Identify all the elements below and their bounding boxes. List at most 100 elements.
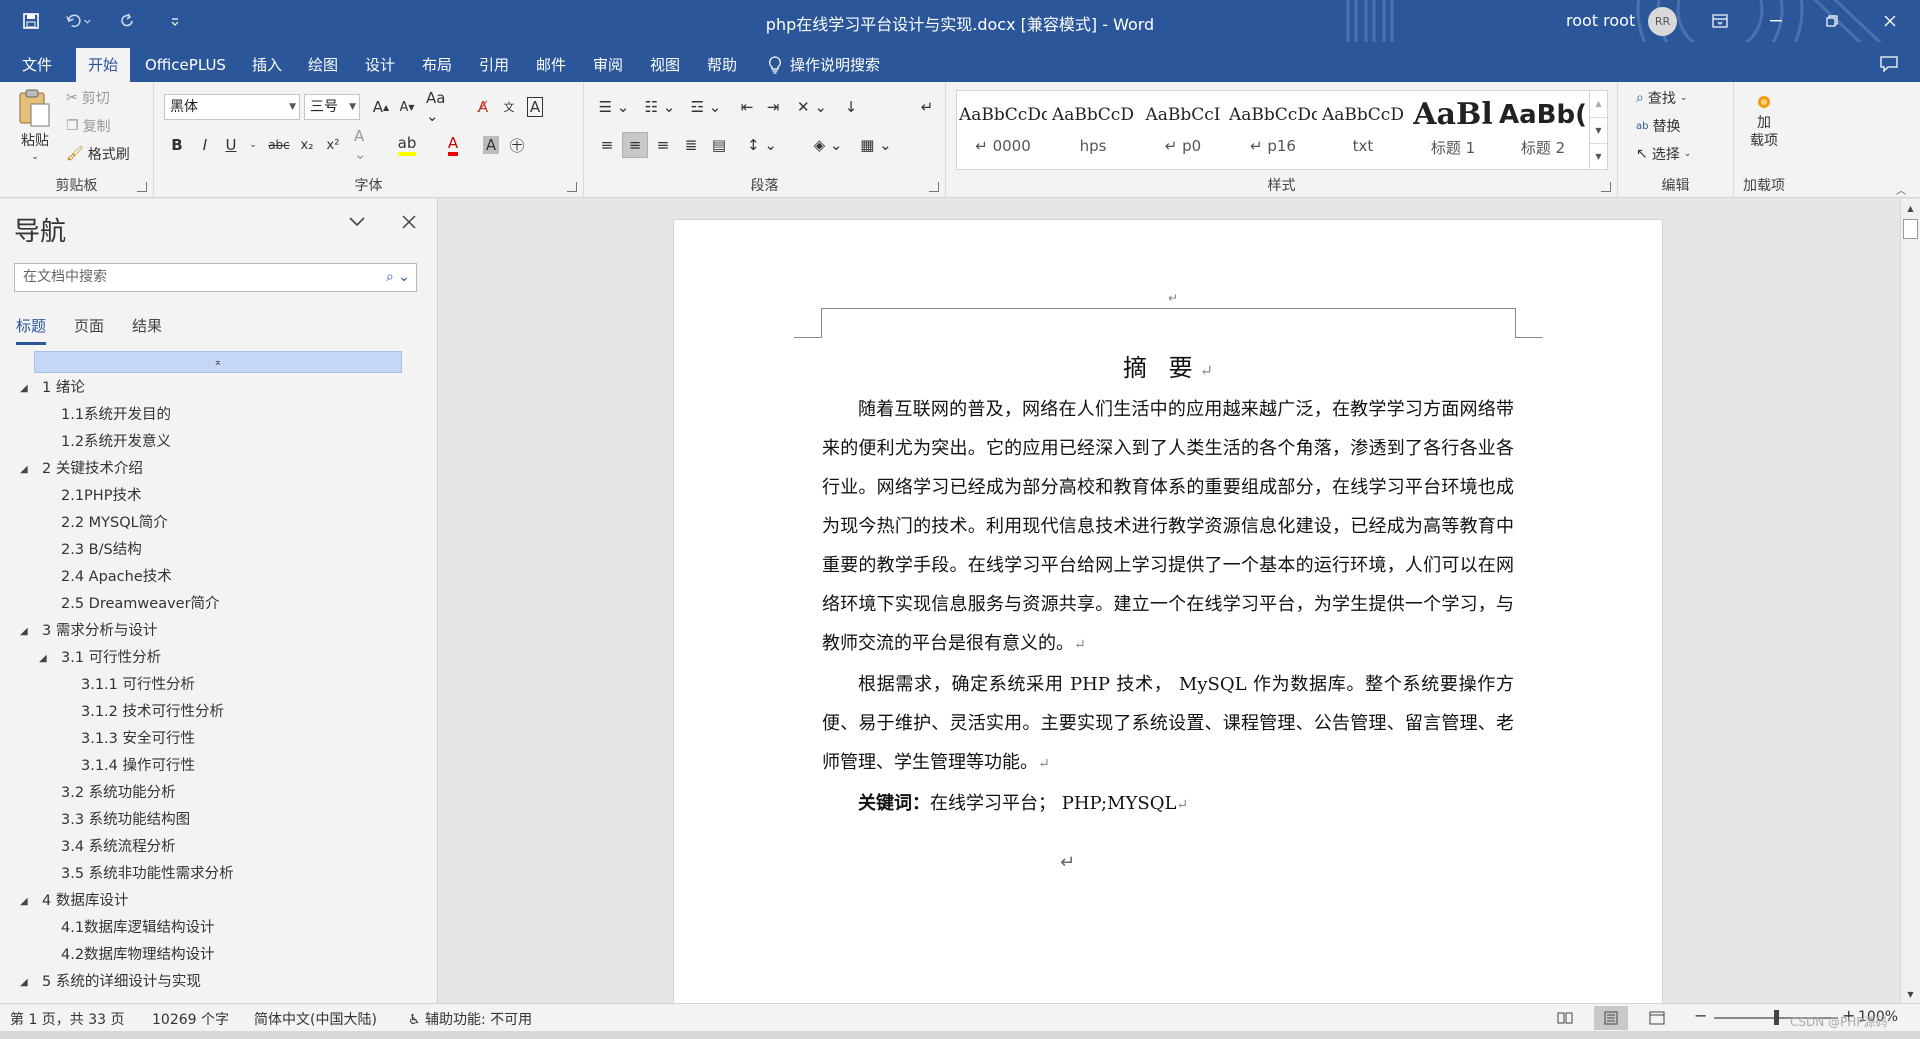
increase-indent-icon[interactable]: ⇥: [760, 94, 786, 120]
tab-references[interactable]: 引用: [467, 48, 521, 82]
collapse-triangle-icon[interactable]: ◢: [20, 375, 28, 402]
paste-button[interactable]: 粘贴 ⌄: [12, 88, 58, 162]
tab-insert[interactable]: 插入: [240, 48, 294, 82]
tab-mailings[interactable]: 邮件: [524, 48, 578, 82]
nav-heading-item[interactable]: 2.1PHP技术: [0, 483, 438, 510]
search-icon[interactable]: ⌕ ⌄: [386, 264, 410, 291]
avatar[interactable]: RR: [1648, 7, 1677, 36]
borders-icon[interactable]: ▦ ⌄: [856, 132, 896, 158]
tab-file[interactable]: 文件: [10, 48, 64, 82]
numbering-icon[interactable]: ☷ ⌄: [640, 94, 680, 120]
nav-heading-item[interactable]: 3.1.3 安全可行性: [0, 726, 438, 753]
enclose-characters-icon[interactable]: ㊉: [504, 132, 530, 158]
style-item-heading1[interactable]: AaBl 标题 1: [1409, 93, 1497, 167]
font-size-combo[interactable]: 三号 ▼: [304, 94, 360, 120]
italic-icon[interactable]: I: [192, 132, 218, 158]
character-shading-icon[interactable]: A: [478, 132, 504, 158]
chevron-down-icon[interactable]: [348, 215, 366, 227]
change-case-icon[interactable]: Aa ⌄: [426, 89, 462, 125]
style-item-txt[interactable]: AaBbCcD txt: [1319, 93, 1407, 167]
tab-layout[interactable]: 布局: [410, 48, 464, 82]
accessibility-status[interactable]: ♿ 辅助功能: 不可用: [408, 1009, 532, 1029]
nav-heading-item[interactable]: 2.5 Dreamweaver简介: [0, 591, 438, 618]
nav-heading-item[interactable]: 3.3 系统功能结构图: [0, 807, 438, 834]
styles-scroll[interactable]: ▲ ▼ ▼: [1589, 91, 1607, 169]
font-color-icon[interactable]: A: [440, 132, 466, 158]
style-item-p0[interactable]: AaBbCcI ↵ p0: [1139, 93, 1227, 167]
multilevel-list-icon[interactable]: ☲ ⌄: [686, 94, 726, 120]
undo-icon[interactable]: [66, 8, 92, 34]
nav-heading-item[interactable]: 2.3 B/S结构: [0, 537, 438, 564]
chinese-layout-icon[interactable]: ✕ ⌄: [792, 94, 832, 120]
nav-search-input[interactable]: 在文档中搜索 ⌕ ⌄: [14, 263, 417, 292]
tab-draw[interactable]: 绘图: [296, 48, 350, 82]
zoom-slider-handle[interactable]: [1774, 1010, 1779, 1025]
customize-qat-icon[interactable]: [162, 8, 188, 34]
copy-button[interactable]: ❐ 复制: [66, 116, 111, 136]
nav-heading-item[interactable]: 3.2 系统功能分析: [0, 780, 438, 807]
nav-heading-item[interactable]: 2.4 Apache技术: [0, 564, 438, 591]
collapse-triangle-icon[interactable]: ◢: [39, 645, 47, 672]
styles-launcher-icon[interactable]: [1601, 182, 1611, 192]
shrink-font-icon[interactable]: A ▼: [394, 94, 420, 120]
grow-font-icon[interactable]: A ▲: [368, 94, 394, 120]
clipboard-launcher-icon[interactable]: [137, 182, 147, 192]
shading-icon[interactable]: ◈ ⌄: [808, 132, 848, 158]
style-item-p16[interactable]: AaBbCcDd ↵ p16: [1229, 93, 1317, 167]
superscript-icon[interactable]: x²: [320, 132, 346, 158]
tab-headings[interactable]: 标题: [16, 315, 47, 345]
collapse-triangle-icon[interactable]: ◢: [20, 888, 28, 915]
nav-heading-item[interactable]: ◢ 2 关键技术介绍: [0, 456, 438, 483]
align-right-icon[interactable]: ≡: [650, 132, 676, 158]
nav-heading-item[interactable]: 3.1.4 操作可行性: [0, 753, 438, 780]
ribbon-display-options-icon[interactable]: [1692, 0, 1748, 42]
tell-me-search[interactable]: 操作说明搜索: [768, 48, 880, 82]
save-icon[interactable]: [18, 8, 44, 34]
nav-heading-item[interactable]: ◢ 4 数据库设计: [0, 888, 438, 915]
collapse-triangle-icon[interactable]: ◢: [20, 456, 28, 483]
share-comment-icon[interactable]: [1880, 56, 1898, 72]
character-border-icon[interactable]: A: [522, 94, 548, 120]
line-spacing-icon[interactable]: ↕ ⌄: [742, 132, 782, 158]
language-status[interactable]: 简体中文(中国大陆): [254, 1009, 377, 1029]
tab-review[interactable]: 审阅: [581, 48, 635, 82]
distribute-icon[interactable]: ▤: [706, 132, 732, 158]
web-layout-icon[interactable]: [1640, 1006, 1674, 1030]
tab-results[interactable]: 结果: [132, 315, 162, 345]
nav-selected-heading[interactable]: ⌅: [34, 351, 402, 373]
text-effects-icon[interactable]: A ⌄: [354, 127, 380, 163]
phonetic-guide-icon[interactable]: 文: [496, 94, 522, 120]
nav-heading-item[interactable]: 3.1.2 技术可行性分析: [0, 699, 438, 726]
print-layout-icon[interactable]: [1594, 1006, 1628, 1030]
more-styles-icon[interactable]: ▼: [1590, 143, 1607, 169]
tab-officeplus[interactable]: OfficePLUS: [133, 48, 238, 82]
scroll-down-icon[interactable]: ▼: [1901, 985, 1920, 1003]
tab-design[interactable]: 设计: [353, 48, 407, 82]
minimize-button[interactable]: [1748, 0, 1804, 42]
nav-heading-item[interactable]: 3.5 系统非功能性需求分析: [0, 861, 438, 888]
style-item-heading2[interactable]: AaBb(标题 2: [1499, 93, 1587, 167]
highlight-icon[interactable]: ab: [394, 132, 420, 158]
strikethrough-icon[interactable]: abc: [266, 132, 292, 158]
clear-formatting-icon[interactable]: A̸: [470, 94, 496, 120]
nav-heading-item[interactable]: ◢ 3 需求分析与设计: [0, 618, 438, 645]
decrease-indent-icon[interactable]: ⇤: [734, 94, 760, 120]
chevron-down-icon[interactable]: ⌄: [240, 132, 266, 158]
show-marks-icon[interactable]: ↵: [914, 94, 940, 120]
bold-icon[interactable]: B: [164, 132, 190, 158]
addins-button[interactable]: 加 载项: [1740, 94, 1788, 150]
style-item-hps[interactable]: AaBbCcD hps: [1049, 93, 1137, 167]
cut-button[interactable]: ✂ 剪切: [66, 88, 110, 108]
collapse-ribbon-icon[interactable]: ︿: [1896, 182, 1906, 197]
nav-heading-item[interactable]: 1.2系统开发意义: [0, 429, 438, 456]
font-launcher-icon[interactable]: [567, 182, 577, 192]
nav-heading-item[interactable]: 3.4 系统流程分析: [0, 834, 438, 861]
redo-icon[interactable]: [114, 8, 140, 34]
close-icon[interactable]: [402, 215, 416, 229]
style-item-0000[interactable]: AaBbCcDd ↵ 0000: [959, 93, 1047, 167]
paragraph-launcher-icon[interactable]: [929, 182, 939, 192]
page-count[interactable]: 第 1 页，共 33 页: [10, 1009, 125, 1029]
font-name-combo[interactable]: 黑体 ▼: [164, 94, 300, 120]
document-page[interactable]: ↵ 摘 要↵ 随着互联网的普及，网络在人们生活中的应用越来越广泛，在教学学习方面…: [673, 219, 1663, 1003]
collapse-triangle-icon[interactable]: ◢: [20, 969, 28, 996]
